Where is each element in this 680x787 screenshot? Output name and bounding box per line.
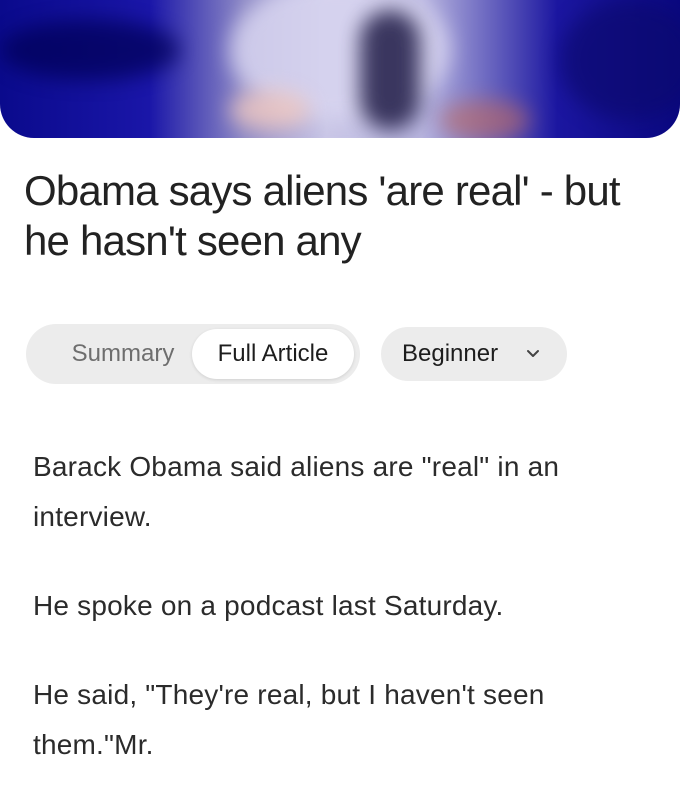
article-paragraph: He spoke on a podcast last Saturday. <box>33 590 504 621</box>
article-paragraph: He said, "They're real, but I haven't se… <box>33 679 545 760</box>
level-dropdown[interactable]: Beginner <box>381 327 567 381</box>
full-article-tab[interactable]: Full Article <box>192 329 354 379</box>
chevron-down-icon <box>527 350 539 357</box>
article-title: Obama says aliens 'are real' - but he ha… <box>24 167 621 264</box>
view-toggle: Summary Full Article <box>26 324 360 384</box>
hero-image <box>0 0 680 138</box>
article-paragraph: Barack Obama said aliens are "real" in a… <box>33 451 560 532</box>
level-dropdown-value: Beginner <box>402 340 499 367</box>
summary-tab[interactable]: Summary <box>38 324 208 384</box>
